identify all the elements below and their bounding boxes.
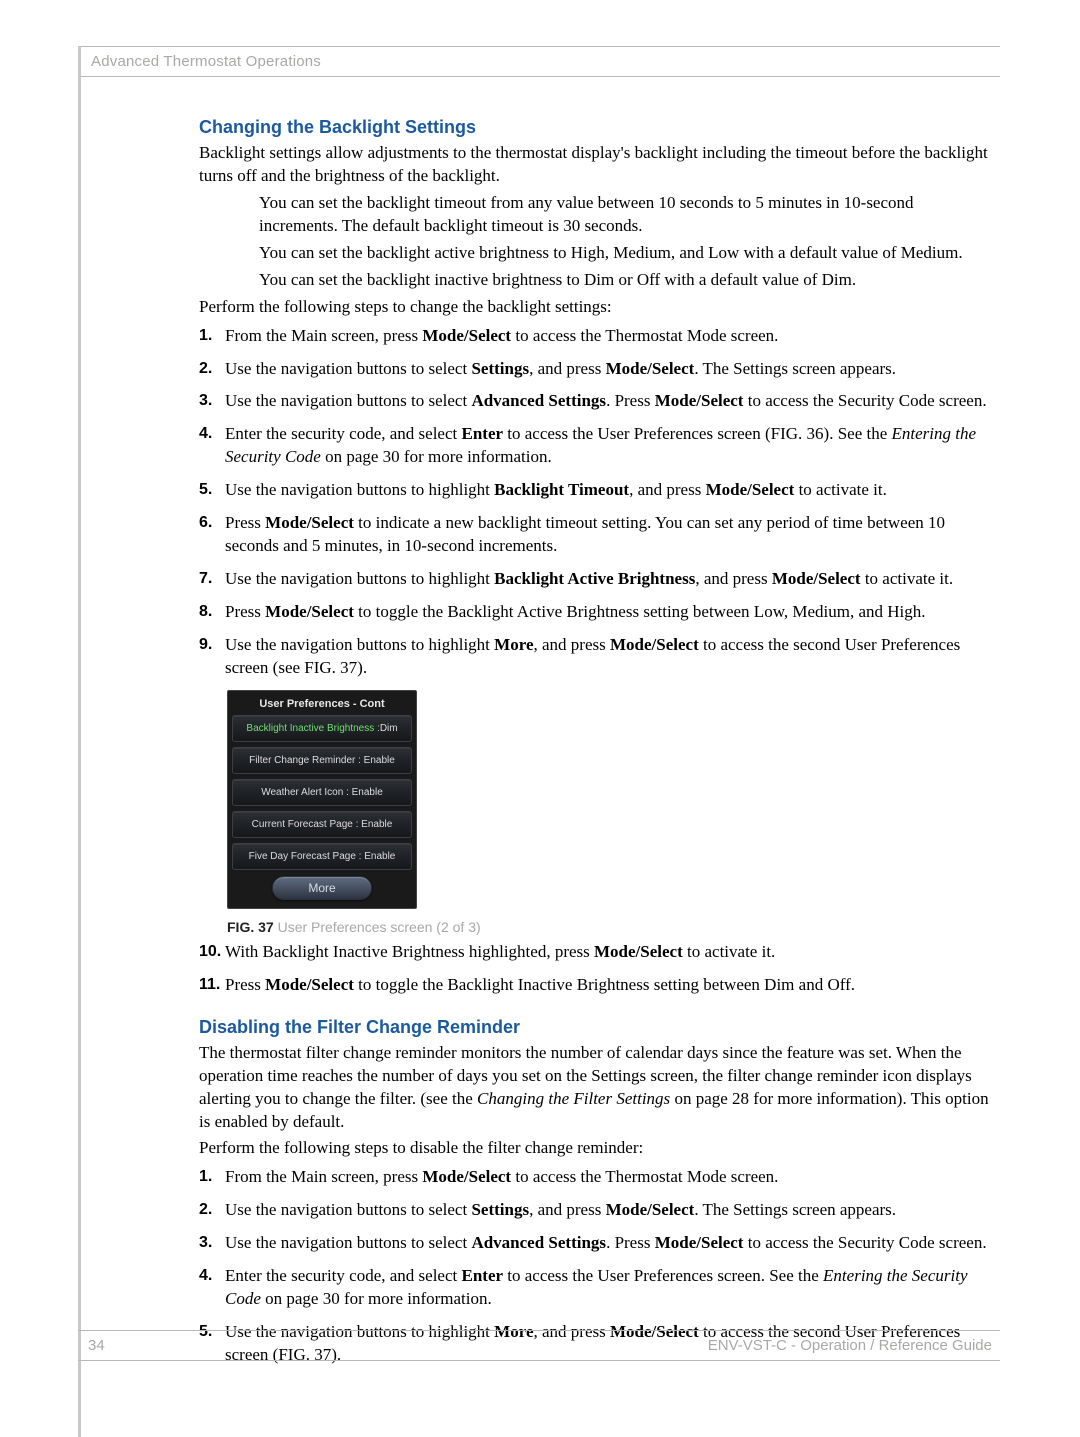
step-6: 6.Press Mode/Select to indicate a new ba…: [199, 512, 990, 558]
device-item-five-day-forecast[interactable]: Five Day Forecast Page : Enable: [232, 843, 412, 870]
step-text: Use the navigation buttons to select Set…: [225, 1199, 990, 1222]
figure-caption: FIG. 37 User Preferences screen (2 of 3): [227, 919, 990, 935]
section1-steps-cont: 10.With Backlight Inactive Brightness hi…: [199, 941, 990, 997]
step-num: 8.: [199, 601, 225, 623]
step-num: 1.: [199, 325, 225, 347]
step-10: 10.With Backlight Inactive Brightness hi…: [199, 941, 990, 964]
step-num: 6.: [199, 512, 225, 534]
step-9: 9.Use the navigation buttons to highligh…: [199, 634, 990, 680]
step-num: 7.: [199, 568, 225, 590]
content-area: Changing the Backlight Settings Backligh…: [81, 77, 1000, 1367]
section1-steps: 1.From the Main screen, press Mode/Selec…: [199, 325, 990, 680]
step-text: Press Mode/Select to indicate a new back…: [225, 512, 990, 558]
step-text: Use the navigation buttons to select Set…: [225, 358, 990, 381]
step-text: Enter the security code, and select Ente…: [225, 423, 990, 469]
step-3: 3.Use the navigation buttons to select A…: [199, 1232, 990, 1255]
figure-number: FIG. 37: [227, 919, 274, 935]
step-text: Press Mode/Select to toggle the Backligh…: [225, 601, 990, 624]
device-item-backlight-inactive[interactable]: Backlight Inactive Brightness :Dim: [232, 715, 412, 742]
step-num: 11.: [199, 974, 225, 996]
bullet-1: You can set the backlight timeout from a…: [259, 192, 990, 238]
section-title-filter: Disabling the Filter Change Reminder: [199, 1017, 990, 1038]
figure-caption-text: User Preferences screen (2 of 3): [274, 919, 481, 935]
page-number: 34: [88, 1337, 105, 1354]
step-text: From the Main screen, press Mode/Select …: [225, 325, 990, 348]
section1-intro: Backlight settings allow adjustments to …: [199, 142, 990, 188]
step-11: 11.Press Mode/Select to toggle the Backl…: [199, 974, 990, 997]
figure-37: User Preferences - Cont Backlight Inacti…: [227, 690, 990, 935]
step-8: 8.Press Mode/Select to toggle the Backli…: [199, 601, 990, 624]
step-num: 4.: [199, 1265, 225, 1287]
bullet-3: You can set the backlight inactive brigh…: [259, 269, 990, 292]
step-text: Use the navigation buttons to highlight …: [225, 634, 990, 680]
device-item-current-forecast[interactable]: Current Forecast Page : Enable: [232, 811, 412, 838]
step-text: Enter the security code, and select Ente…: [225, 1265, 990, 1311]
step-num: 10.: [199, 941, 225, 963]
chapter-header: Advanced Thermostat Operations: [81, 46, 1000, 77]
step-7: 7.Use the navigation buttons to highligh…: [199, 568, 990, 591]
section2-lead: Perform the following steps to disable t…: [199, 1137, 990, 1160]
step-2: 2.Use the navigation buttons to select S…: [199, 358, 990, 381]
step-num: 9.: [199, 634, 225, 656]
page-body: Advanced Thermostat Operations Changing …: [78, 46, 1000, 1437]
step-1: 1.From the Main screen, press Mode/Selec…: [199, 325, 990, 348]
step-num: 2.: [199, 1199, 225, 1221]
step-text: From the Main screen, press Mode/Select …: [225, 1166, 990, 1189]
step-text: Use the navigation buttons to highlight …: [225, 568, 990, 591]
step-text: Press Mode/Select to toggle the Backligh…: [225, 974, 990, 997]
step-2: 2.Use the navigation buttons to select S…: [199, 1199, 990, 1222]
section1-sublist: You can set the backlight timeout from a…: [199, 192, 990, 292]
step-4: 4.Enter the security code, and select En…: [199, 1265, 990, 1311]
bullet-2: You can set the backlight active brightn…: [259, 242, 990, 265]
page-footer: 34 ENV-VST-C - Operation / Reference Gui…: [78, 1330, 1000, 1361]
step-text: Use the navigation buttons to select Adv…: [225, 390, 990, 413]
step-text: With Backlight Inactive Brightness highl…: [225, 941, 990, 964]
step-4: 4.Enter the security code, and select En…: [199, 423, 990, 469]
step-num: 3.: [199, 390, 225, 412]
guide-title: ENV-VST-C - Operation / Reference Guide: [708, 1337, 992, 1354]
step-num: 1.: [199, 1166, 225, 1188]
step-text: Use the navigation buttons to select Adv…: [225, 1232, 990, 1255]
step-3: 3.Use the navigation buttons to select A…: [199, 390, 990, 413]
step-num: 2.: [199, 358, 225, 380]
device-screenshot: User Preferences - Cont Backlight Inacti…: [227, 690, 417, 909]
section-title-backlight: Changing the Backlight Settings: [199, 117, 990, 138]
section2-intro: The thermostat filter change reminder mo…: [199, 1042, 990, 1134]
device-more-button[interactable]: More: [272, 876, 372, 900]
step-num: 4.: [199, 423, 225, 445]
step-num: 3.: [199, 1232, 225, 1254]
chapter-title: Advanced Thermostat Operations: [91, 53, 321, 70]
step-5: 5.Use the navigation buttons to highligh…: [199, 479, 990, 502]
step-num: 5.: [199, 479, 225, 501]
device-item-filter-reminder[interactable]: Filter Change Reminder : Enable: [232, 747, 412, 774]
step-text: Use the navigation buttons to highlight …: [225, 479, 990, 502]
section1-lead: Perform the following steps to change th…: [199, 296, 990, 319]
device-item-weather-alert[interactable]: Weather Alert Icon : Enable: [232, 779, 412, 806]
device-title: User Preferences - Cont: [232, 695, 412, 715]
step-1: 1.From the Main screen, press Mode/Selec…: [199, 1166, 990, 1189]
